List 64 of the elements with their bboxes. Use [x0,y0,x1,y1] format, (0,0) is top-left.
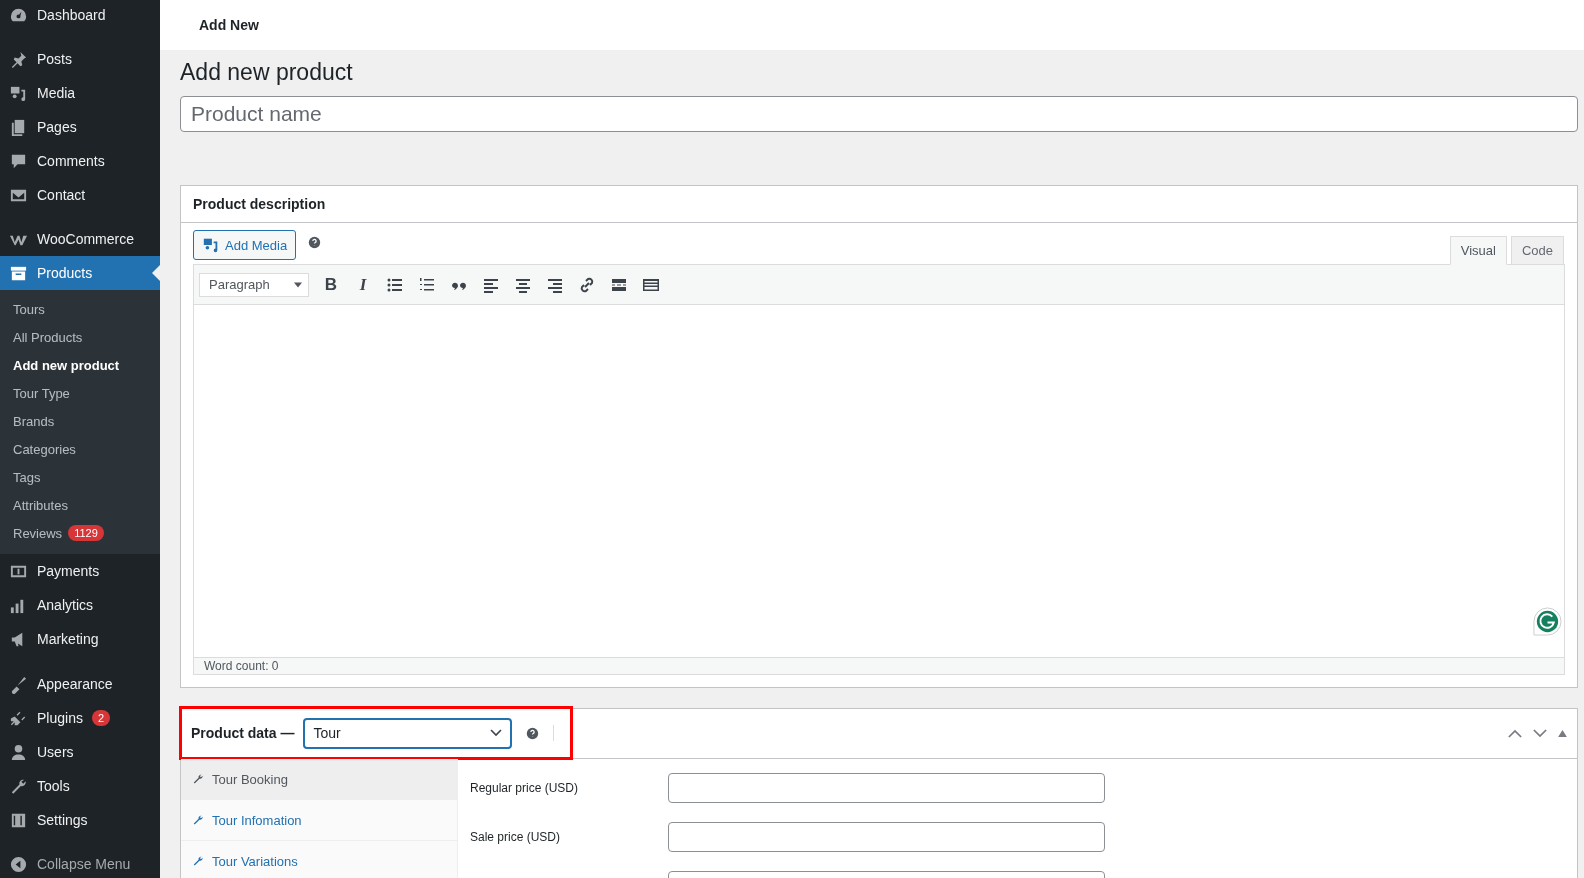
product-data-tab[interactable]: Tour Infomation [181,800,457,841]
submenu-item[interactable]: Tags [0,463,160,492]
sidebar-item[interactable]: Users [0,735,160,769]
count-badge: 1129 [68,525,104,542]
format-glyph-button[interactable]: B [321,274,341,295]
help-icon[interactable] [526,726,540,740]
product-data-tab[interactable]: Tour Booking [181,759,457,800]
page-heading: Add new product [180,58,354,87]
editor-tab[interactable]: Code [1510,236,1564,265]
submenu-item[interactable]: Add new product [0,351,160,380]
price-field[interactable] [668,773,1105,803]
triangle-up-icon[interactable] [1558,730,1567,737]
sidebar-item[interactable]: Payments [0,554,160,588]
submenu-item[interactable]: Brands [0,407,160,436]
product-type-select[interactable]: Tour [303,717,513,749]
sidebar-item[interactable]: Settings [0,803,160,837]
field-label: Sale price (USD) [470,830,562,844]
sidebar-item[interactable]: Comments [0,144,160,178]
word-count: Word count: 0 [204,659,279,673]
field-label: Regular price (USD) [470,781,580,795]
collapse-menu-button[interactable]: Collapse Menu [0,847,160,878]
panel-title: Product data — [191,725,295,741]
dropdown-arrow-icon [294,281,302,288]
top-bar-title[interactable]: Add New [199,17,259,33]
chevron-up-icon[interactable] [1508,729,1522,738]
count-badge: 2 [91,710,111,726]
submenu-item[interactable]: All Products [0,323,160,352]
submenu-item[interactable]: Attributes [0,491,160,520]
wrench-icon [192,814,204,826]
editor-tab[interactable]: Visual [1449,236,1507,265]
sidebar-item[interactable]: Analytics [0,588,160,622]
grammar-assistant-icon[interactable] [1533,607,1562,636]
sidebar-item[interactable]: WooCommerce [0,222,160,256]
submenu-item[interactable]: Tours [0,296,160,324]
add-media-button[interactable]: Add Media [193,230,297,260]
chevron-down-icon [490,729,503,737]
paintbrush-icon [9,674,28,694]
current-pointer-icon [152,265,160,281]
sidebar-item[interactable]: Dashboard [0,0,160,32]
sidebar-item[interactable]: Posts [0,42,160,76]
format-glyph-button[interactable]: I [353,274,373,295]
media-icon [202,236,220,254]
sidebar-item[interactable]: Appearance [0,667,160,701]
sidebar-item[interactable]: Media [0,76,160,110]
product-data-tab[interactable]: Tour Variations [181,841,457,878]
wrench-icon [192,855,204,867]
wrench-icon [192,773,204,785]
submenu-item[interactable]: Categories [0,435,160,464]
help-icon[interactable] [308,236,322,249]
sidebar-item[interactable]: Tools [0,769,160,803]
price-field[interactable] [668,822,1105,852]
sidebar-item[interactable]: Pages [0,110,160,144]
sidebar-item[interactable]: Products [0,256,160,290]
format-select[interactable]: Paragraph [199,272,309,297]
submenu-item[interactable]: Tour Type [0,379,160,408]
product-name-field[interactable]: Product name [180,96,1578,132]
sidebar-item[interactable]: Plugins 2 [0,701,160,735]
sidebar-item[interactable]: Marketing [0,622,160,656]
collapse-arrow-icon [9,854,28,874]
chevron-down-icon[interactable] [1533,729,1547,738]
panel-title: Product description [193,196,326,212]
sidebar-item[interactable]: Contact [0,178,160,212]
submenu-item[interactable]: Reviews 1129 [0,519,160,547]
user-icon [9,742,28,762]
